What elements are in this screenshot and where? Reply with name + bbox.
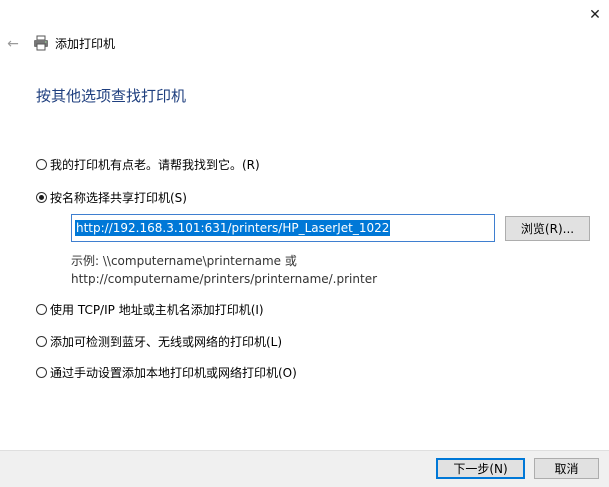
next-button-label: 下一步(N) bbox=[453, 462, 508, 476]
option-bluetooth-wireless[interactable]: 添加可检测到蓝牙、无线或网络的打印机(L) bbox=[36, 332, 282, 350]
page-heading: 按其他选项查找打印机 bbox=[36, 87, 187, 105]
close-button[interactable]: ✕ bbox=[583, 4, 607, 26]
back-arrow-icon: ← bbox=[7, 36, 19, 52]
cancel-button-label: 取消 bbox=[554, 462, 579, 476]
radio-shared-printer[interactable] bbox=[36, 191, 47, 203]
close-icon: ✕ bbox=[589, 7, 601, 23]
radio-bluetooth-wireless[interactable] bbox=[36, 335, 47, 347]
shared-printer-path-value: http://192.168.3.101:631/printers/HP_Las… bbox=[75, 220, 391, 236]
option-old-printer-label: 我的打印机有点老。请帮我找到它。(R) bbox=[50, 157, 260, 172]
radio-tcpip[interactable] bbox=[36, 303, 47, 315]
printer-icon bbox=[34, 35, 48, 51]
option-tcpip-label: 使用 TCP/IP 地址或主机名添加打印机(I) bbox=[50, 302, 264, 317]
example-line-1: 示例: \\computername\printername 或 bbox=[71, 254, 297, 268]
title-bar: ✕ ← 添加打印机 bbox=[0, 0, 609, 88]
example-text: 示例: \\computername\printername 或 http://… bbox=[71, 252, 377, 288]
option-tcpip[interactable]: 使用 TCP/IP 地址或主机名添加打印机(I) bbox=[36, 300, 264, 318]
option-manual-local[interactable]: 通过手动设置添加本地打印机或网络打印机(O) bbox=[36, 363, 297, 381]
browse-button[interactable]: 浏览(R)... bbox=[505, 216, 590, 241]
example-line-2: http://computername/printers/printername… bbox=[71, 272, 378, 286]
footer-bar: 下一步(N) 取消 bbox=[0, 450, 609, 487]
back-button[interactable]: ← bbox=[4, 36, 22, 52]
radio-old-printer[interactable] bbox=[36, 158, 47, 170]
browse-button-label: 浏览(R)... bbox=[520, 222, 575, 236]
option-old-printer[interactable]: 我的打印机有点老。请帮我找到它。(R) bbox=[36, 155, 260, 173]
next-button[interactable]: 下一步(N) bbox=[436, 458, 525, 479]
option-bluetooth-wireless-label: 添加可检测到蓝牙、无线或网络的打印机(L) bbox=[50, 334, 283, 349]
radio-manual-local[interactable] bbox=[36, 366, 47, 378]
option-shared-printer[interactable]: 按名称选择共享打印机(S) bbox=[36, 188, 187, 206]
window-title: 添加打印机 bbox=[55, 37, 116, 51]
cancel-button[interactable]: 取消 bbox=[534, 458, 599, 479]
option-shared-printer-label: 按名称选择共享打印机(S) bbox=[50, 190, 187, 205]
shared-printer-path-input[interactable]: http://192.168.3.101:631/printers/HP_Las… bbox=[71, 214, 495, 242]
option-manual-local-label: 通过手动设置添加本地打印机或网络打印机(O) bbox=[50, 365, 297, 380]
